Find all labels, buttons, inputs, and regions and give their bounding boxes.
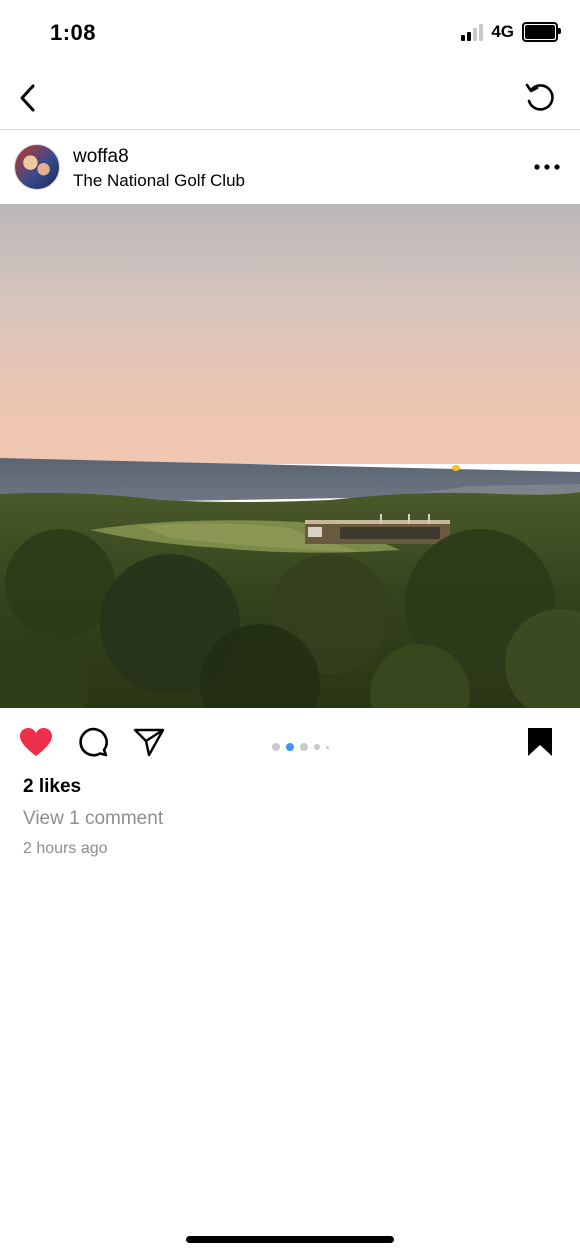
network-type: 4G	[491, 22, 514, 41]
paper-plane-icon	[133, 728, 165, 757]
post-actions	[0, 708, 580, 774]
save-button[interactable]	[522, 724, 558, 760]
share-button[interactable]	[131, 724, 167, 760]
carousel-indicator	[272, 743, 329, 751]
carousel-dot	[326, 745, 329, 749]
status-indicators: 4G	[461, 22, 561, 42]
post-username[interactable]: woffa8	[73, 146, 129, 168]
status-bar: 1:08 4G	[0, 0, 580, 70]
likes-count[interactable]: 2 likes	[23, 776, 81, 798]
carousel-dot	[272, 743, 280, 751]
post-location[interactable]: The National Golf Club	[73, 171, 245, 191]
comment-icon	[79, 727, 108, 757]
carousel-dot	[314, 744, 320, 750]
post-timestamp: 2 hours ago	[23, 840, 108, 857]
more-horizontal-icon	[534, 164, 560, 170]
cellular-signal-icon	[461, 23, 484, 41]
navigation-bar	[0, 70, 580, 130]
landscape-photo	[0, 204, 580, 708]
battery-icon	[522, 22, 561, 42]
more-options-button[interactable]	[532, 152, 562, 182]
carousel-dot	[300, 743, 308, 751]
view-comments-link[interactable]: View 1 comment	[23, 808, 163, 830]
refresh-icon	[525, 83, 554, 111]
refresh-button[interactable]	[522, 80, 558, 116]
post-image[interactable]	[0, 204, 580, 708]
like-button[interactable]	[18, 724, 54, 760]
status-time: 1:08	[50, 20, 97, 45]
home-indicator[interactable]	[186, 1236, 394, 1243]
heart-filled-icon	[20, 728, 52, 756]
back-button[interactable]	[12, 80, 44, 116]
chevron-left-icon	[20, 84, 35, 112]
post-header: woffa8 The National Golf Club	[0, 130, 580, 204]
comment-button[interactable]	[75, 724, 111, 760]
carousel-dot-active	[286, 743, 294, 751]
bookmark-filled-icon	[528, 728, 552, 756]
avatar[interactable]	[14, 144, 60, 190]
